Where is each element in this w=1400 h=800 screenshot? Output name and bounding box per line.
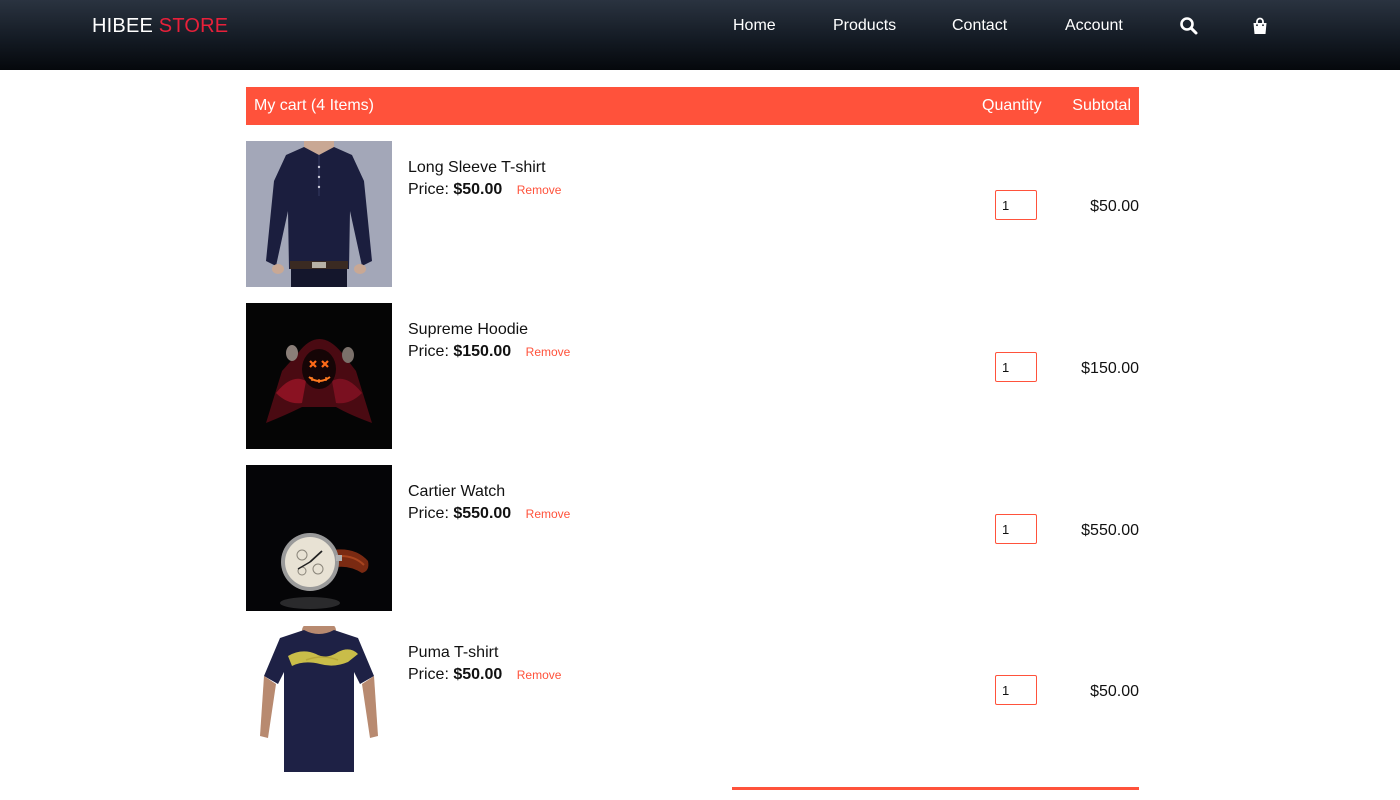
quantity-input[interactable] [995,190,1037,220]
remove-link[interactable]: Remove [517,183,562,197]
top-navbar: HIBEE STORE Home Products Contact Accoun… [0,0,1400,70]
product-name[interactable]: Cartier Watch [408,483,570,501]
price-label: Price: [408,343,449,360]
brand-accent: STORE [158,15,229,37]
product-price-line: Price: $50.00 Remove [408,666,561,684]
product-info: Puma T-shirt Price: $50.00 Remove [408,644,561,684]
product-price-line: Price: $550.00 Remove [408,505,570,523]
product-name[interactable]: Long Sleeve T-shirt [408,159,561,177]
product-image[interactable] [246,626,392,772]
nav-link-contact[interactable]: Contact [952,17,1007,35]
quantity-input[interactable] [995,352,1037,382]
nav-link-home[interactable]: Home [733,17,776,35]
product-price-line: Price: $50.00 Remove [408,181,561,199]
store-logo[interactable]: HIBEE STORE [92,15,228,38]
shopping-bag-icon[interactable] [1250,16,1270,36]
product-image[interactable] [246,465,392,611]
quantity-input[interactable] [995,514,1037,544]
cart-table-header: My cart (4 Items) Quantity Subtotal [246,87,1139,125]
product-name[interactable]: Supreme Hoodie [408,321,570,339]
remove-link[interactable]: Remove [526,507,571,521]
row-subtotal: $550.00 [1081,522,1139,539]
nav-link-products[interactable]: Products [833,17,896,35]
remove-link[interactable]: Remove [517,668,562,682]
product-info: Long Sleeve T-shirt Price: $50.00 Remove [408,159,561,199]
row-subtotal: $150.00 [1081,360,1139,377]
price-label: Price: [408,666,449,683]
cart-row: Cartier Watch Price: $550.00 Remove $550… [246,465,1139,611]
cart-title: My cart (4 Items) [254,97,375,114]
product-info: Cartier Watch Price: $550.00 Remove [408,483,570,523]
search-icon[interactable] [1179,16,1199,36]
product-name[interactable]: Puma T-shirt [408,644,561,662]
product-price: $50.00 [453,181,503,198]
row-subtotal: $50.00 [1090,198,1139,215]
product-price: $50.00 [453,666,503,683]
total-divider [732,787,1139,790]
price-label: Price: [408,505,449,522]
nav-link-account[interactable]: Account [1065,17,1123,35]
product-image[interactable] [246,303,392,449]
cart-row: Long Sleeve T-shirt Price: $50.00 Remove… [246,141,1139,287]
row-subtotal: $50.00 [1090,683,1139,700]
product-price: $150.00 [453,343,512,360]
product-image[interactable] [246,141,392,287]
brand-name: HIBEE [92,15,154,37]
price-label: Price: [408,181,449,198]
subtotal-header: Subtotal [1072,97,1131,114]
remove-link[interactable]: Remove [526,345,571,359]
quantity-input[interactable] [995,675,1037,705]
quantity-header: Quantity [982,97,1042,114]
product-price: $550.00 [453,505,512,522]
product-price-line: Price: $150.00 Remove [408,343,570,361]
cart-row: Puma T-shirt Price: $50.00 Remove $50.00 [246,626,1139,772]
product-info: Supreme Hoodie Price: $150.00 Remove [408,321,570,361]
cart-row: Supreme Hoodie Price: $150.00 Remove $15… [246,303,1139,449]
